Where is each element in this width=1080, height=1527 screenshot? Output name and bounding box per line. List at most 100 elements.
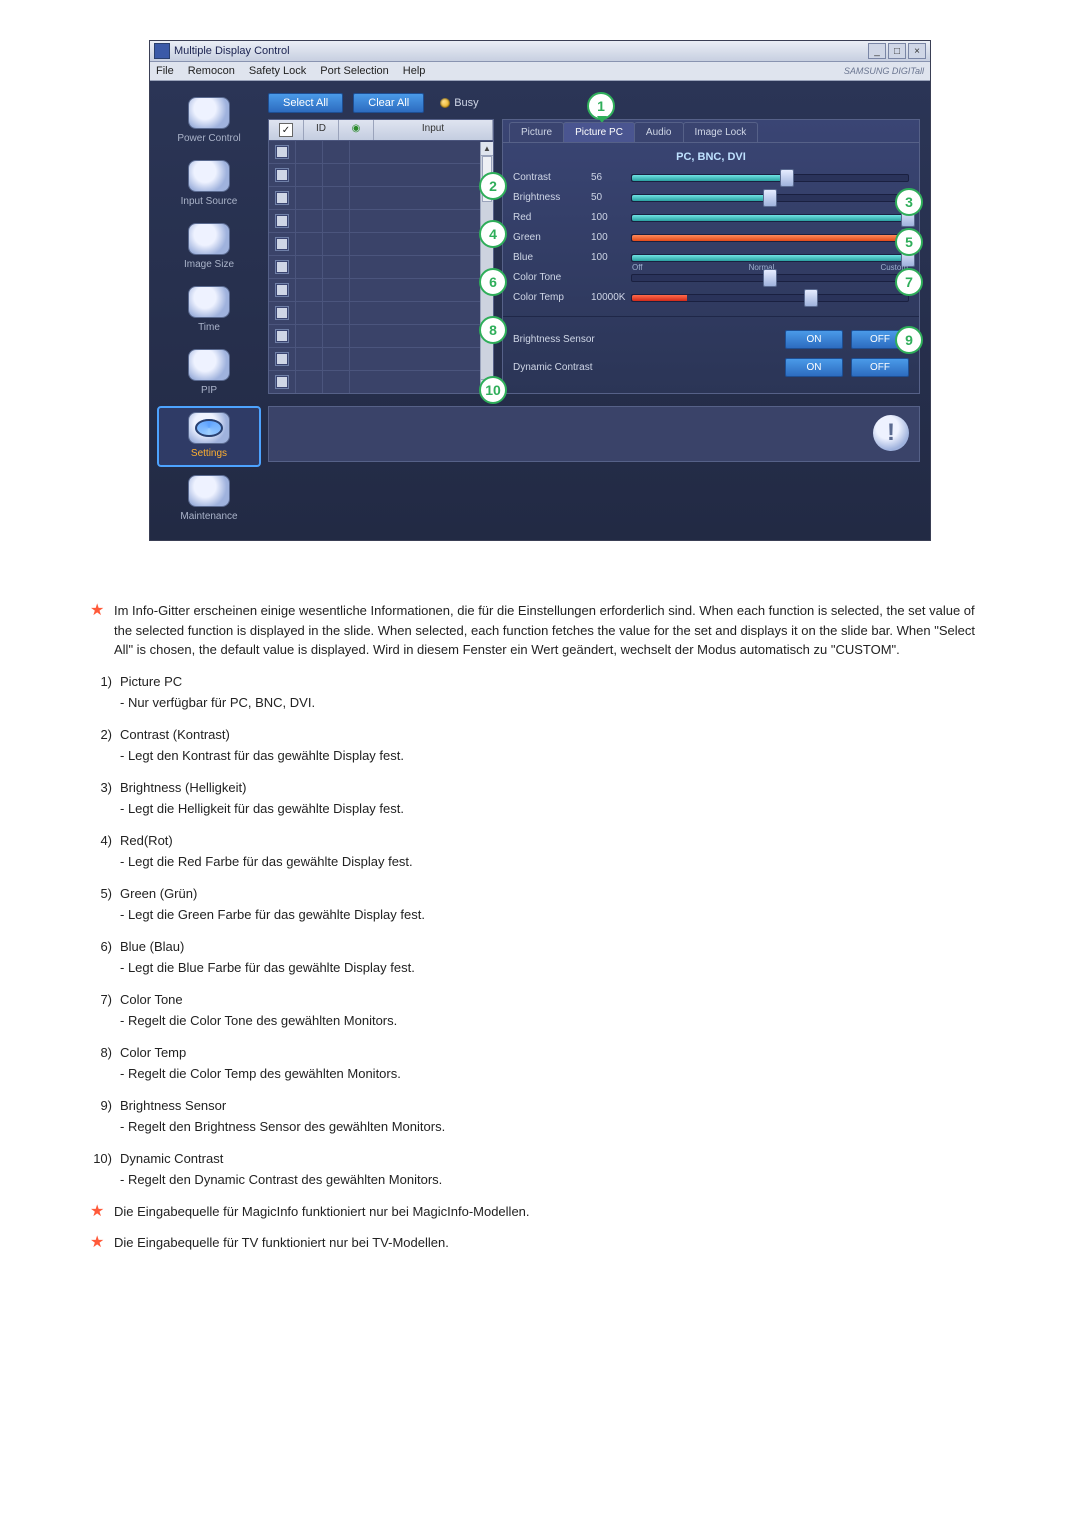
table-row[interactable] <box>269 163 493 186</box>
color-tone-row: Color Tone Off Normal Custom 7 <box>513 272 909 283</box>
sidebar-item-label: Input Source <box>181 196 238 207</box>
brightness-sensor-label: Brightness Sensor <box>513 334 777 345</box>
sidebar-item-pip[interactable]: PIP <box>157 343 261 404</box>
red-value: 100 <box>591 212 631 223</box>
grid-header-check[interactable]: ✓ <box>269 120 304 140</box>
row-checkbox-cell[interactable] <box>269 279 296 301</box>
item-number: 4) <box>90 831 112 872</box>
table-row[interactable] <box>269 232 493 255</box>
tab-picture[interactable]: Picture <box>509 122 564 142</box>
brightness-sensor-on-button[interactable]: ON <box>785 330 843 349</box>
sidebar-item-input-source[interactable]: Input Source <box>157 154 261 215</box>
tab-audio[interactable]: Audio <box>634 122 684 142</box>
blue-slider[interactable] <box>631 254 909 262</box>
item-number: 5) <box>90 884 112 925</box>
checkbox-icon[interactable] <box>275 283 289 297</box>
row-checkbox-cell[interactable] <box>269 325 296 347</box>
clear-all-button[interactable]: Clear All <box>353 93 424 113</box>
green-label: Green <box>513 232 591 243</box>
color-tone-slider[interactable]: Off Normal Custom <box>631 274 909 282</box>
row-checkbox-cell[interactable] <box>269 164 296 186</box>
row-input-cell <box>350 348 493 370</box>
checkbox-icon[interactable] <box>275 214 289 228</box>
checkbox-icon[interactable] <box>275 260 289 274</box>
input-source-icon <box>188 160 230 192</box>
row-checkbox-cell[interactable] <box>269 371 296 393</box>
table-row[interactable] <box>269 255 493 278</box>
item-desc: - Legt die Red Farbe für das gewählte Di… <box>120 852 413 872</box>
row-checkbox-cell[interactable] <box>269 256 296 278</box>
table-row[interactable] <box>269 324 493 347</box>
item-title: Green (Grün) <box>120 884 425 904</box>
item-title: Color Temp <box>120 1043 401 1063</box>
row-checkbox-cell[interactable] <box>269 141 296 163</box>
title-bar: Multiple Display Control _ □ × <box>150 41 930 62</box>
item-title: Contrast (Kontrast) <box>120 725 404 745</box>
menu-port-selection[interactable]: Port Selection <box>320 65 388 77</box>
list-item: 9) Brightness Sensor - Regelt den Bright… <box>90 1096 990 1137</box>
contrast-slider[interactable] <box>631 174 909 182</box>
item-number: 8) <box>90 1043 112 1084</box>
row-checkbox-cell[interactable] <box>269 348 296 370</box>
table-row[interactable] <box>269 186 493 209</box>
row-checkbox-cell[interactable] <box>269 233 296 255</box>
checkbox-icon[interactable] <box>275 352 289 366</box>
callout-4: 4 <box>479 220 507 248</box>
row-input-cell <box>350 302 493 324</box>
sidebar-item-label: Settings <box>191 448 227 459</box>
item-number: 9) <box>90 1096 112 1137</box>
maximize-button[interactable]: □ <box>888 43 906 59</box>
green-slider[interactable] <box>631 234 909 242</box>
table-row[interactable] <box>269 301 493 324</box>
checkbox-icon[interactable] <box>275 329 289 343</box>
menu-remocon[interactable]: Remocon <box>188 65 235 77</box>
table-row[interactable] <box>269 140 493 163</box>
grid-header-id: ID <box>304 120 339 140</box>
table-row[interactable] <box>269 347 493 370</box>
sidebar-item-label: PIP <box>201 385 217 396</box>
sidebar-item-time[interactable]: Time <box>157 280 261 341</box>
tab-picture-pc[interactable]: Picture PC <box>563 122 635 142</box>
row-checkbox-cell[interactable] <box>269 187 296 209</box>
row-checkbox-cell[interactable] <box>269 302 296 324</box>
busy-icon <box>440 98 450 108</box>
info-grid[interactable]: ✓ ID ◉ Input ▲ ▼ 2 4 6 8 <box>268 119 494 394</box>
star-icon: ★ <box>90 1233 104 1253</box>
footnote-text: Die Eingabequelle für MagicInfo funktion… <box>114 1202 530 1222</box>
close-button[interactable]: × <box>908 43 926 59</box>
sidebar-item-image-size[interactable]: Image Size <box>157 217 261 278</box>
checkbox-icon[interactable] <box>275 375 289 389</box>
checkbox-icon[interactable] <box>275 145 289 159</box>
scroll-up-icon[interactable]: ▲ <box>481 142 493 156</box>
sidebar-item-power-control[interactable]: Power Control <box>157 91 261 152</box>
menu-help[interactable]: Help <box>403 65 426 77</box>
checkbox-icon[interactable] <box>275 191 289 205</box>
row-id-cell <box>296 210 323 232</box>
table-row[interactable] <box>269 370 493 393</box>
tab-image-lock[interactable]: Image Lock <box>683 122 759 142</box>
menu-file[interactable]: File <box>156 65 174 77</box>
menu-safety-lock[interactable]: Safety Lock <box>249 65 306 77</box>
color-temp-slider[interactable] <box>631 294 909 302</box>
item-desc: - Legt die Helligkeit für das gewählte D… <box>120 799 404 819</box>
power-icon <box>188 97 230 129</box>
dynamic-contrast-on-button[interactable]: ON <box>785 358 843 377</box>
brightness-slider[interactable] <box>631 194 909 202</box>
dynamic-contrast-off-button[interactable]: OFF <box>851 358 909 377</box>
checkbox-icon[interactable] <box>275 168 289 182</box>
table-row[interactable] <box>269 278 493 301</box>
checkbox-icon[interactable] <box>275 306 289 320</box>
brightness-label: Brightness <box>513 192 591 203</box>
item-title: Red(Rot) <box>120 831 413 851</box>
checkbox-icon[interactable] <box>275 237 289 251</box>
red-slider[interactable] <box>631 214 909 222</box>
select-all-button[interactable]: Select All <box>268 93 343 113</box>
sidebar-item-maintenance[interactable]: Maintenance <box>157 469 261 530</box>
image-size-icon <box>188 223 230 255</box>
table-row[interactable] <box>269 209 493 232</box>
item-desc: - Regelt den Dynamic Contrast des gewähl… <box>120 1170 442 1190</box>
row-checkbox-cell[interactable] <box>269 210 296 232</box>
tab-bar: 1 Picture Picture PC Audio Image Lock <box>503 120 919 142</box>
sidebar-item-settings[interactable]: Settings <box>157 406 261 467</box>
minimize-button[interactable]: _ <box>868 43 886 59</box>
